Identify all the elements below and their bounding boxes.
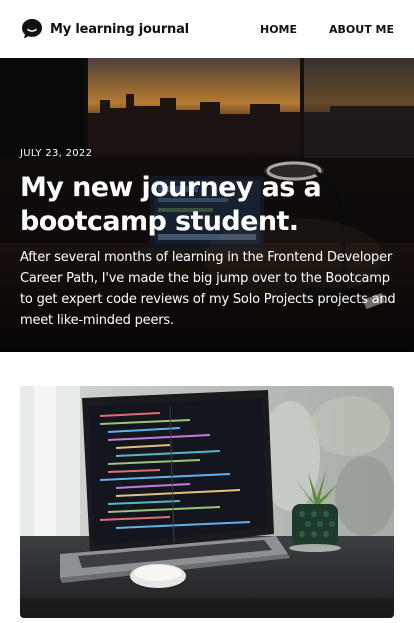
post-card[interactable] <box>20 386 394 618</box>
brand-name: My learning journal <box>50 21 189 37</box>
brand-link[interactable]: My learning journal <box>20 17 189 41</box>
post-list <box>0 352 414 618</box>
chat-bubble-smile-icon <box>22 19 42 39</box>
hero-date: JULY 23, 2022 <box>20 148 93 159</box>
hero-title: My new journey as a bootcamp student. <box>20 172 322 237</box>
hero-description: After several months of learning in the … <box>20 250 396 328</box>
hero-content: JULY 23, 2022 My new journey as a bootca… <box>20 148 398 331</box>
nav-home-link[interactable]: HOME <box>260 23 297 36</box>
nav-about-link[interactable]: ABOUT ME <box>329 23 394 36</box>
main-nav: HOME ABOUT ME <box>260 23 394 36</box>
post-card-image <box>20 386 394 618</box>
hero-section[interactable]: JULY 23, 2022 My new journey as a bootca… <box>0 58 414 352</box>
site-header: My learning journal HOME ABOUT ME <box>0 0 414 58</box>
